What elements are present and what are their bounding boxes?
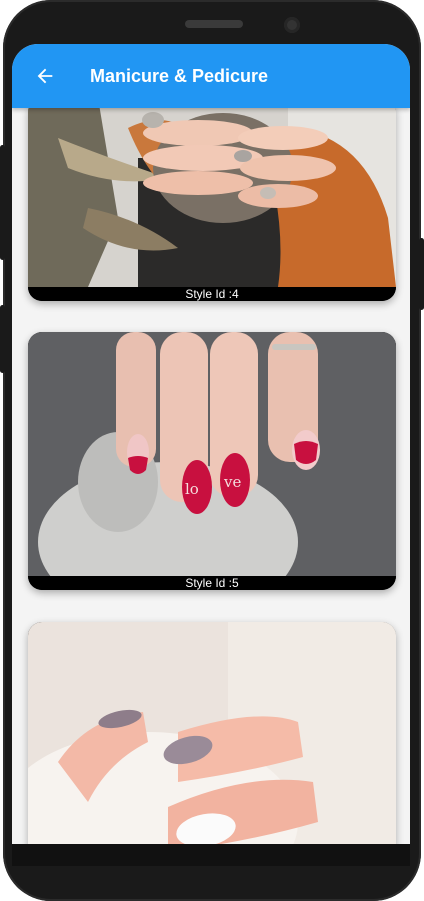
svg-text:ve: ve (223, 473, 241, 491)
style-photo (28, 108, 396, 287)
page-title: Manicure & Pedicure (90, 65, 269, 86)
style-caption: Style Id :4 (28, 287, 396, 301)
arrow-left-icon (37, 68, 53, 84)
back-button[interactable] (30, 61, 60, 91)
style-card[interactable]: Style Id :4 (28, 108, 396, 301)
app-screen: Manicure & Pedicure Style Id:4 lo ve St… (12, 44, 410, 844)
front-camera (284, 17, 300, 33)
app-bar: Manicure & Pedicure (12, 44, 410, 108)
style-photo (28, 622, 396, 844)
style-card[interactable]: lo ve Style Id :5 (28, 332, 396, 590)
volume-button (0, 145, 5, 260)
side-button (0, 305, 5, 373)
style-list[interactable]: Style Id :4 lo ve Style Id:5 (12, 108, 410, 844)
power-button (419, 238, 424, 310)
style-card[interactable] (28, 622, 396, 844)
style-photo: lo ve (28, 332, 396, 576)
style-caption: Style Id :5 (28, 576, 396, 590)
system-nav-bar (12, 844, 410, 866)
svg-text:lo: lo (185, 480, 199, 498)
speaker-grille (185, 20, 243, 28)
